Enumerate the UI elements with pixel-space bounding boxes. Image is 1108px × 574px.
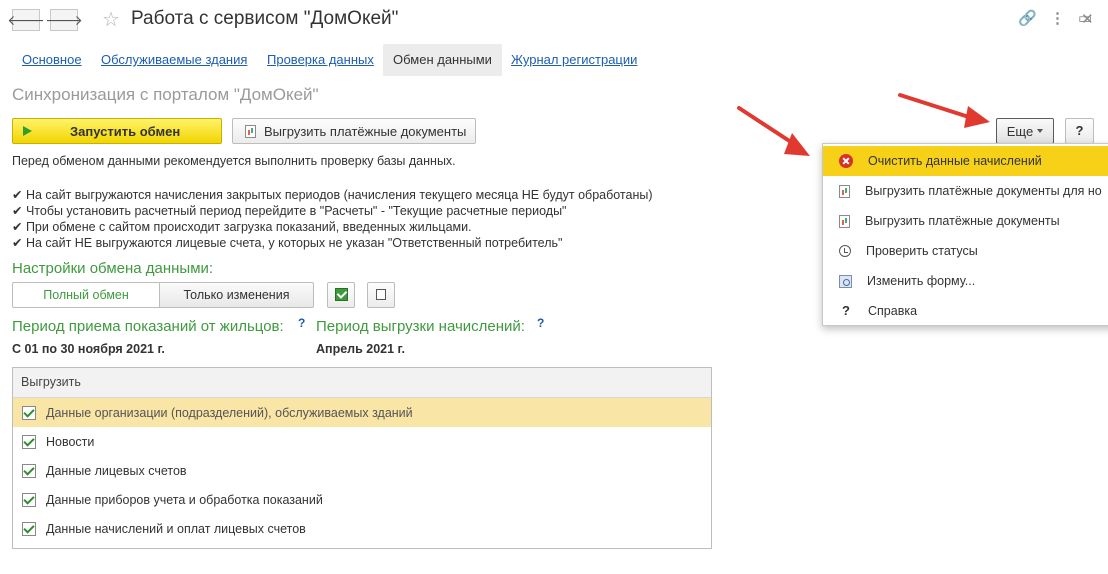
arrow-to-more-button: [898, 93, 990, 128]
arrow-head: [964, 106, 990, 128]
arrow-head: [784, 133, 810, 156]
annotation-arrows: [737, 93, 990, 156]
arrow-to-menu-item: [737, 106, 810, 156]
